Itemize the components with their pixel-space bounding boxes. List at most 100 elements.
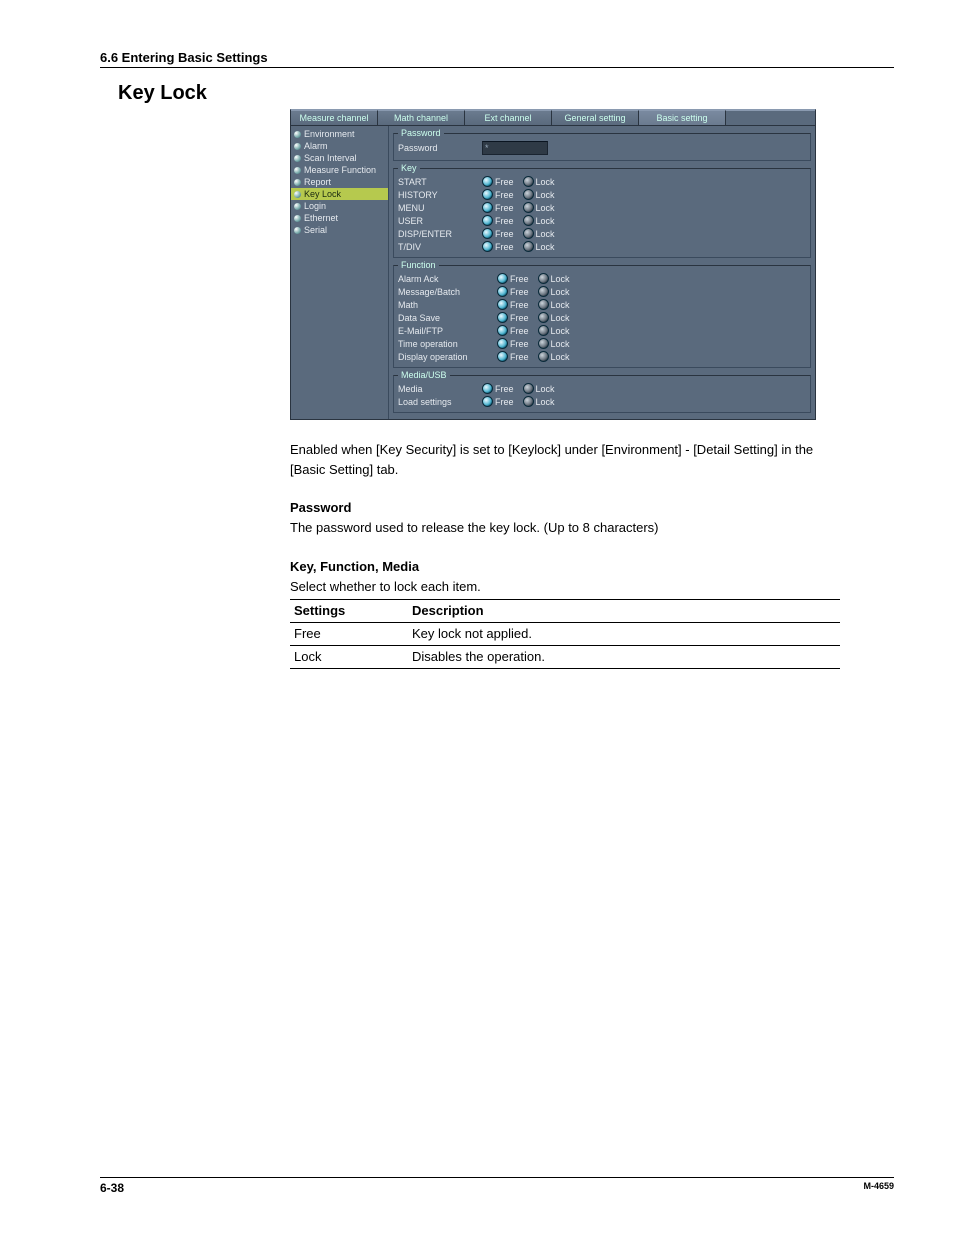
- table-row: Lock Disables the operation.: [290, 646, 840, 669]
- radio-lock[interactable]: [523, 241, 534, 252]
- radio-label: Free: [495, 384, 514, 394]
- radio-free[interactable]: [497, 299, 508, 310]
- radio-label: Free: [510, 313, 529, 323]
- radio-lock[interactable]: [523, 396, 534, 407]
- settings-table: Settings Description Free Key lock not a…: [290, 599, 840, 669]
- radio-free[interactable]: [482, 383, 493, 394]
- radio-group: Free Lock: [497, 312, 576, 323]
- radio-free[interactable]: [497, 286, 508, 297]
- radio-group: Free Lock: [482, 396, 561, 407]
- table-cell: Lock: [290, 646, 408, 669]
- radio-lock[interactable]: [523, 383, 534, 394]
- radio-free[interactable]: [497, 338, 508, 349]
- radio-label: Lock: [536, 190, 555, 200]
- radio-label: Free: [495, 216, 514, 226]
- bullet-icon: [294, 191, 301, 198]
- radio-label: Lock: [551, 313, 570, 323]
- radio-label: Free: [510, 300, 529, 310]
- radio-group: Free Lock: [497, 299, 576, 310]
- radio-label: Lock: [536, 242, 555, 252]
- radio-label: Lock: [536, 384, 555, 394]
- password-input[interactable]: *: [482, 141, 548, 155]
- bullet-icon: [294, 179, 301, 186]
- function-item-label: Alarm Ack: [398, 274, 493, 284]
- radio-label: Lock: [536, 397, 555, 407]
- radio-free[interactable]: [497, 273, 508, 284]
- radio-label: Free: [495, 203, 514, 213]
- tab-math-channel[interactable]: Math channel: [378, 110, 465, 125]
- sidebar-item-login[interactable]: Login: [291, 200, 388, 212]
- table-row: Free Key lock not applied.: [290, 622, 840, 645]
- radio-free[interactable]: [482, 189, 493, 200]
- function-item-label: Math: [398, 300, 493, 310]
- radio-free[interactable]: [497, 325, 508, 336]
- media-item-label: Load settings: [398, 397, 478, 407]
- group-media-usb: Media/USB Media Free Lock Load settings …: [393, 370, 811, 413]
- radio-lock[interactable]: [538, 351, 549, 362]
- function-item-label: Display operation: [398, 352, 493, 362]
- sidebar-item-label: Key Lock: [304, 189, 341, 199]
- radio-lock[interactable]: [523, 228, 534, 239]
- table-cell: Key lock not applied.: [408, 622, 840, 645]
- radio-free[interactable]: [482, 396, 493, 407]
- sidebar-item-alarm[interactable]: Alarm: [291, 140, 388, 152]
- key-item-label: MENU: [398, 203, 478, 213]
- radio-label: Lock: [536, 177, 555, 187]
- radio-free[interactable]: [482, 176, 493, 187]
- bullet-icon: [294, 215, 301, 222]
- radio-lock[interactable]: [523, 189, 534, 200]
- radio-lock[interactable]: [538, 338, 549, 349]
- radio-free[interactable]: [482, 215, 493, 226]
- radio-label: Lock: [536, 216, 555, 226]
- function-item-label: E-Mail/FTP: [398, 326, 493, 336]
- radio-label: Free: [495, 177, 514, 187]
- sidebar: Environment Alarm Scan Interval Measure …: [291, 126, 388, 419]
- radio-group: Free Lock: [482, 176, 561, 187]
- sidebar-item-scan-interval[interactable]: Scan Interval: [291, 152, 388, 164]
- tab-basic-setting[interactable]: Basic setting: [639, 110, 726, 125]
- bullet-icon: [294, 155, 301, 162]
- table-header-row: Settings Description: [290, 599, 840, 622]
- sidebar-item-environment[interactable]: Environment: [291, 128, 388, 140]
- sidebar-item-measure-function[interactable]: Measure Function: [291, 164, 388, 176]
- radio-label: Lock: [536, 229, 555, 239]
- radio-group: Free Lock: [482, 228, 561, 239]
- radio-lock[interactable]: [538, 312, 549, 323]
- radio-lock[interactable]: [538, 273, 549, 284]
- radio-label: Lock: [551, 274, 570, 284]
- tab-ext-channel[interactable]: Ext channel: [465, 110, 552, 125]
- radio-group: Free Lock: [482, 189, 561, 200]
- radio-label: Free: [495, 397, 514, 407]
- key-item-label: DISP/ENTER: [398, 229, 478, 239]
- sidebar-item-key-lock[interactable]: Key Lock: [291, 188, 388, 200]
- password-text: The password used to release the key loc…: [290, 518, 850, 538]
- tab-measure-channel[interactable]: Measure channel: [291, 110, 378, 125]
- radio-lock[interactable]: [523, 176, 534, 187]
- radio-label: Free: [495, 190, 514, 200]
- radio-free[interactable]: [482, 241, 493, 252]
- table-cell: Free: [290, 622, 408, 645]
- radio-free[interactable]: [497, 351, 508, 362]
- tab-general-setting[interactable]: General setting: [552, 110, 639, 125]
- radio-lock[interactable]: [523, 202, 534, 213]
- sidebar-item-ethernet[interactable]: Ethernet: [291, 212, 388, 224]
- radio-lock[interactable]: [523, 215, 534, 226]
- radio-label: Free: [510, 326, 529, 336]
- group-legend: Password: [398, 128, 444, 138]
- radio-free[interactable]: [497, 312, 508, 323]
- radio-free[interactable]: [482, 202, 493, 213]
- sidebar-item-label: Ethernet: [304, 213, 338, 223]
- radio-label: Lock: [551, 339, 570, 349]
- sidebar-item-serial[interactable]: Serial: [291, 224, 388, 236]
- group-key: Key START Free Lock HISTORY Free Lock ME…: [393, 163, 811, 258]
- kfm-text: Select whether to lock each item.: [290, 577, 850, 597]
- key-item-label: USER: [398, 216, 478, 226]
- password-label: Password: [398, 143, 478, 153]
- radio-lock[interactable]: [538, 325, 549, 336]
- radio-lock[interactable]: [538, 299, 549, 310]
- sidebar-item-label: Report: [304, 177, 331, 187]
- key-item-label: HISTORY: [398, 190, 478, 200]
- radio-lock[interactable]: [538, 286, 549, 297]
- radio-free[interactable]: [482, 228, 493, 239]
- sidebar-item-report[interactable]: Report: [291, 176, 388, 188]
